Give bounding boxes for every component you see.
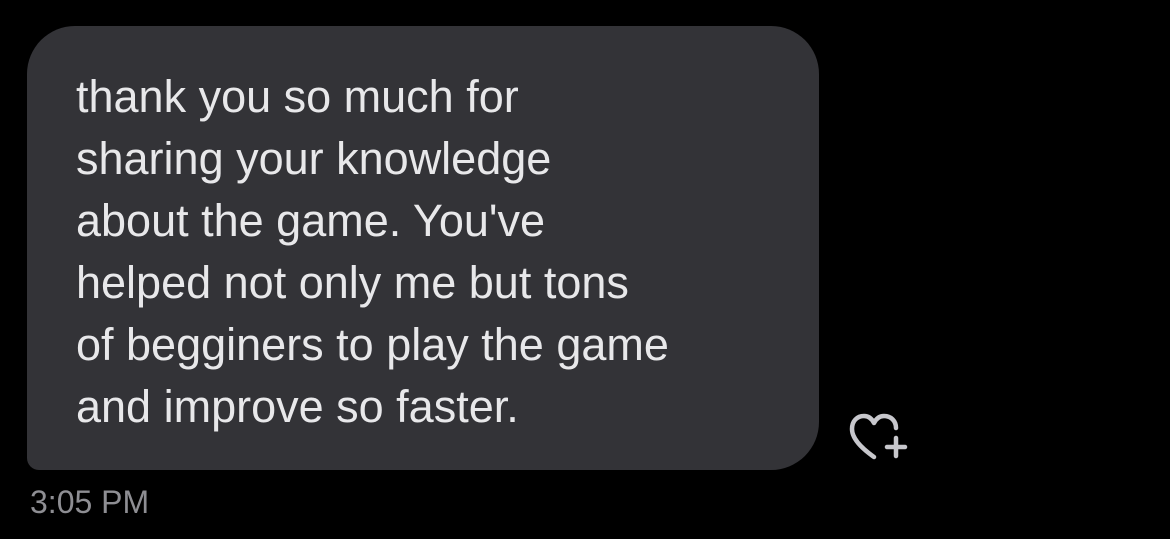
message-line: and improve so faster. (76, 381, 519, 432)
message-line: sharing your knowledge (76, 133, 552, 184)
message-line: about the game. You've (76, 195, 545, 246)
add-reaction-button[interactable] (844, 405, 914, 465)
message-line: of begginers to play the game (76, 319, 669, 370)
message-timestamp: 3:05 PM (30, 484, 150, 520)
message-bubble[interactable]: thank you so much for sharing your knowl… (27, 26, 819, 470)
message-line: helped not only me but tons (76, 257, 629, 308)
heart-plus-icon (849, 413, 908, 460)
message-line: thank you so much for (76, 71, 519, 122)
